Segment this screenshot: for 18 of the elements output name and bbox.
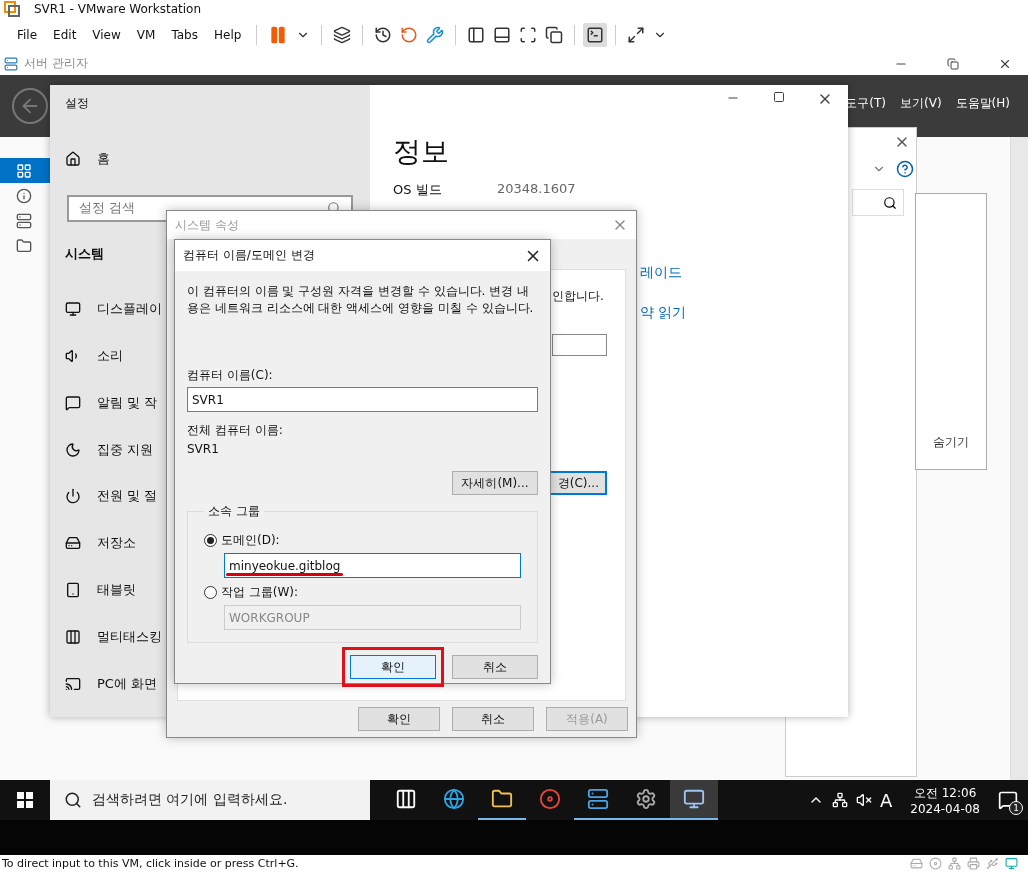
group-title: 소속 그룹 (207, 503, 261, 520)
info-text: 인합니다. (552, 288, 604, 305)
field-label: 컴퓨터 이름(C): (187, 367, 274, 384)
field-label: 전체 컴퓨터 이름: (187, 422, 284, 439)
field-value: SVR1 (187, 442, 220, 456)
description-text: 이 컴퓨터의 이름 및 구성원 자격을 변경할 수 있습니다. 변경 내용은 네트워크 리소스에 대한 액세스에 영향을 미칠 수 있습니다. (187, 283, 535, 317)
section-title: 시스템 (65, 245, 104, 264)
search-placeholder: 검색하려면 여기에 입력하세요. (92, 791, 288, 809)
page-heading: 정보 (393, 134, 450, 170)
window-title: 서버 관리자 (24, 55, 89, 72)
dialog-title: 컴퓨터 이름/도메인 변경 (183, 247, 315, 264)
count-badge: 1 (1009, 801, 1023, 815)
search-placeholder: 설정 검색 (79, 199, 136, 218)
spec-value: 20348.1607 (497, 181, 576, 198)
status-text: To direct input to this VM, click inside or press Ctrl+G. (2, 857, 299, 870)
window-title: SVR1 - VMware Workstation (34, 2, 202, 16)
spec-label: OS 빌드 (393, 181, 443, 199)
window-title: 설정 (65, 95, 90, 112)
